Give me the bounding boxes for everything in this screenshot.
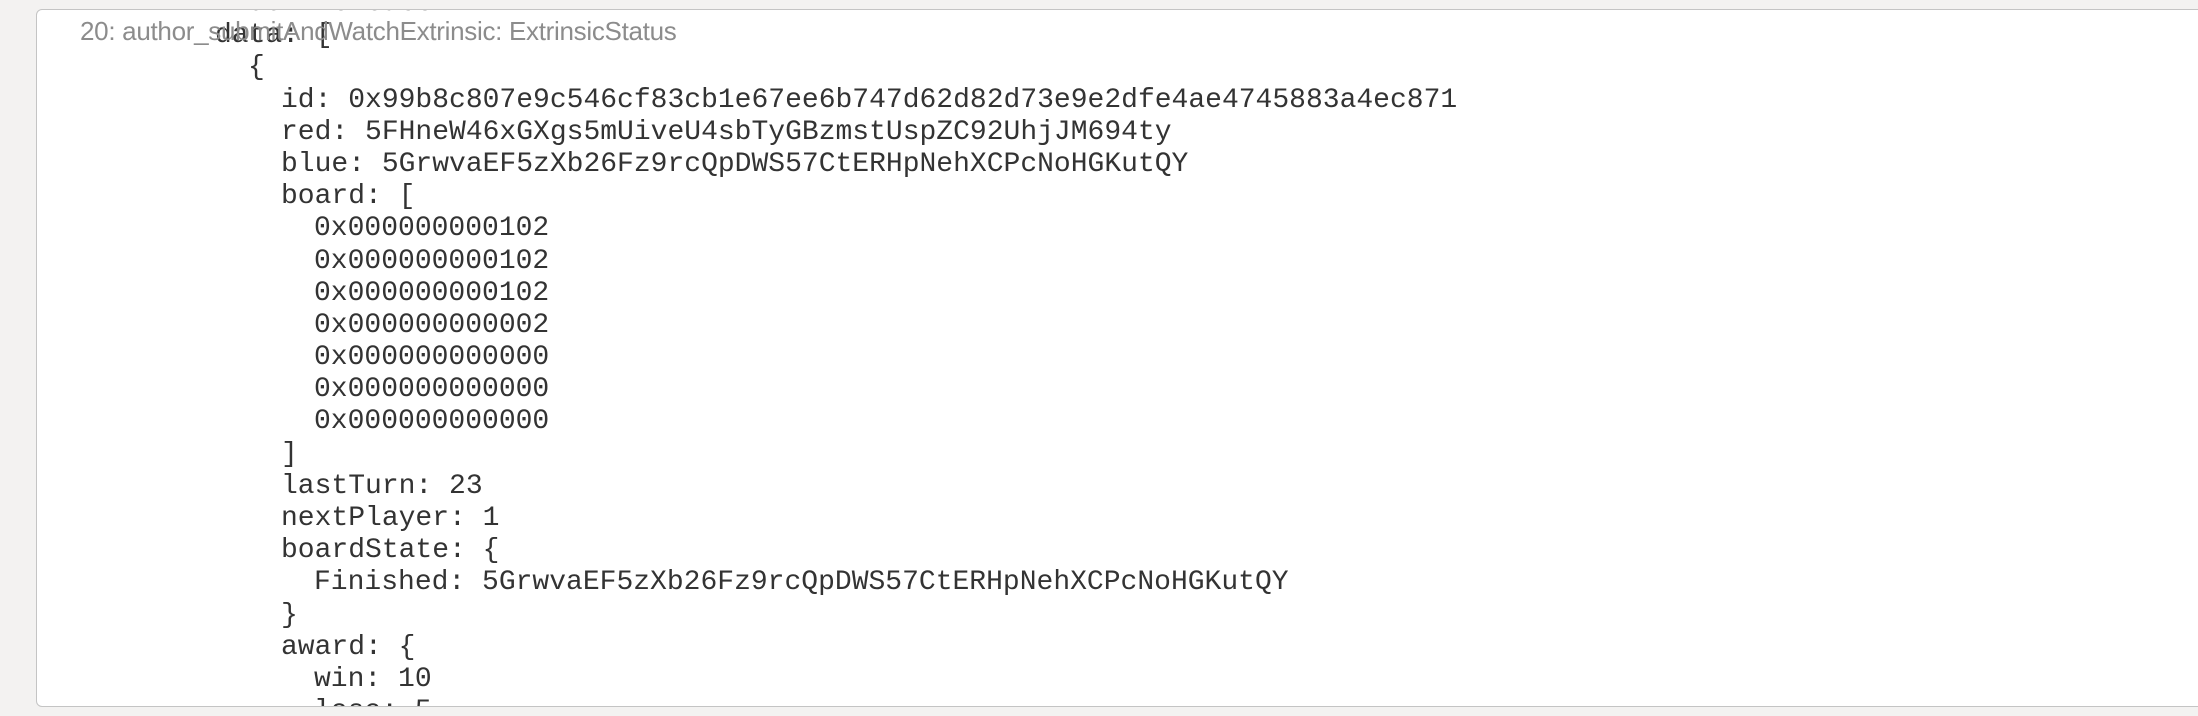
code-line: boardState: { bbox=[281, 535, 500, 567]
code-line: Finished: 5GrwvaEF5zXb26Fz9rcQpDWS57CtER… bbox=[314, 567, 1289, 599]
code-line: 0x000000000000 bbox=[314, 342, 550, 374]
code-line: 0x000000000102 bbox=[314, 277, 550, 309]
json-output: index: 0x0a00data: [{id: 0x99b8c807e9c54… bbox=[37, 10, 1458, 706]
code-line: 0x000000000002 bbox=[314, 309, 550, 341]
code-line: 0x000000000000 bbox=[314, 406, 550, 438]
extrinsic-status-panel: 20: author_submitAndWatchExtrinsic: Extr… bbox=[36, 9, 2198, 707]
code-line: win: 10 bbox=[314, 663, 432, 695]
code-line: 0x000000000102 bbox=[314, 213, 550, 245]
code-line: lastTurn: 23 bbox=[281, 470, 483, 502]
code-line: } bbox=[281, 599, 298, 631]
code-line: ] bbox=[281, 438, 298, 470]
code-line: lose: 5 bbox=[37, 696, 1457, 706]
code-line: blue: 5GrwvaEF5zXb26Fz9rcQpDWS57CtERHpNe… bbox=[281, 148, 1189, 180]
code-line: red: 5FHneW46xGXgs5mUiveU4sbTyGBzmstUspZ… bbox=[281, 116, 1172, 148]
code-line: board: [ bbox=[281, 181, 416, 213]
code-line: id: 0x99b8c807e9c546cf83cb1e67ee6b747d62… bbox=[281, 84, 1458, 116]
code-line: 0x000000000102 bbox=[314, 245, 550, 277]
panel-title: 20: author_submitAndWatchExtrinsic: Extr… bbox=[80, 16, 677, 46]
code-line: { bbox=[248, 52, 265, 84]
code-line: 0x000000000000 bbox=[314, 374, 550, 406]
code-line: nextPlayer: 1 bbox=[281, 503, 500, 534]
code-line: award: { bbox=[281, 631, 416, 663]
